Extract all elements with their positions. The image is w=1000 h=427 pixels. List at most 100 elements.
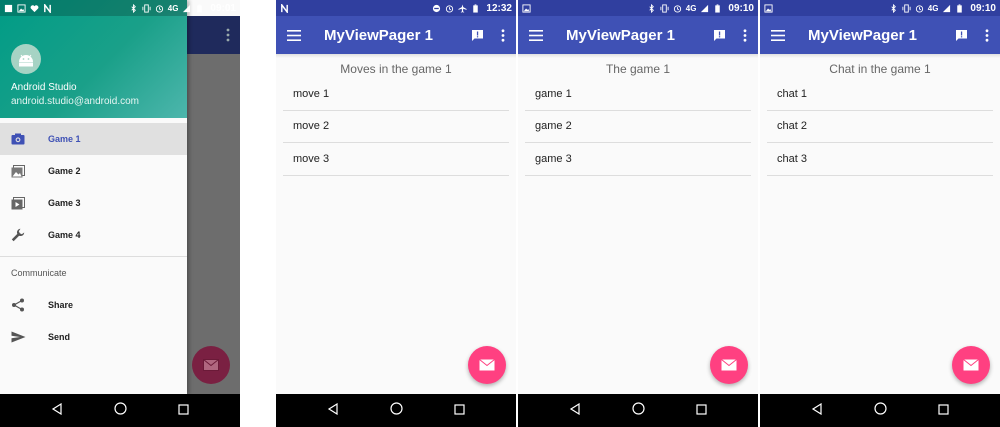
status-bar xyxy=(0,0,187,16)
user-email: android.studio@android.com xyxy=(11,96,140,107)
camera-icon xyxy=(0,133,48,145)
overflow-menu-icon[interactable] xyxy=(732,16,758,54)
hamburger-menu-icon[interactable] xyxy=(760,16,796,54)
system-nav-bar xyxy=(518,394,758,427)
send-icon xyxy=(0,331,48,343)
list-item[interactable]: chat 2 xyxy=(767,111,993,144)
list-item[interactable]: move 1 xyxy=(283,78,509,111)
status-time: 09:10 xyxy=(970,2,996,14)
nav-item-label: Game 4 xyxy=(48,230,81,240)
nav-item-share[interactable]: Share xyxy=(0,289,187,321)
list-item[interactable]: game 3 xyxy=(525,143,751,176)
vibrate-icon xyxy=(660,3,669,13)
system-nav-bar xyxy=(276,394,516,427)
app-title: MyViewPager 1 xyxy=(566,26,675,44)
home-icon[interactable] xyxy=(632,401,645,420)
back-icon[interactable] xyxy=(327,402,339,420)
nav-item-label: Game 2 xyxy=(48,166,81,176)
battery-icon xyxy=(715,3,721,13)
heart-icon xyxy=(30,4,39,12)
item-list: move 1 move 2 move 3 xyxy=(283,78,509,176)
page-content: Moves in the game 1 move 1 move 2 move 3 xyxy=(276,54,516,394)
status-bar: 4G 09:10 xyxy=(760,0,1000,16)
recents-icon[interactable] xyxy=(696,402,707,420)
navigation-drawer: Android Studio android.studio@android.co… xyxy=(0,0,187,394)
back-icon[interactable] xyxy=(811,402,823,420)
status-time: 09:10 xyxy=(728,2,754,14)
nav-item-label: Game 3 xyxy=(48,198,81,208)
page-content: The game 1 game 1 game 2 game 3 xyxy=(518,54,758,394)
airplane-icon xyxy=(458,3,467,13)
drawer-header: Android Studio android.studio@android.co… xyxy=(0,0,187,118)
app-bar: MyViewPager 1 xyxy=(518,16,758,54)
screenshot-root: Android Studio android.studio@android.co… xyxy=(0,0,1000,427)
nav-item-game-1[interactable]: Game 1 xyxy=(0,123,187,155)
recents-icon[interactable] xyxy=(454,402,465,420)
pager-screen-moves: 12:32 MyViewPager 1 Moves in the game 1 … xyxy=(276,0,516,427)
fab-mail-button[interactable] xyxy=(952,346,990,384)
item-list: chat 1 chat 2 chat 3 xyxy=(767,78,993,176)
hamburger-menu-icon[interactable] xyxy=(518,16,554,54)
signal-icon xyxy=(943,4,951,12)
dimmed-fab-button xyxy=(192,346,230,384)
alarm-icon xyxy=(446,4,454,13)
wrench-icon xyxy=(0,228,48,242)
status-time: 12:32 xyxy=(486,2,512,14)
mail-icon xyxy=(203,359,219,371)
app-bar: MyViewPager 1 xyxy=(276,16,516,54)
feedback-icon[interactable] xyxy=(948,16,974,54)
app-title: MyViewPager 1 xyxy=(324,26,433,44)
image-icon xyxy=(0,164,48,178)
mail-icon xyxy=(721,359,737,371)
n-icon xyxy=(44,3,51,13)
page-header: The game 1 xyxy=(605,62,671,76)
fab-mail-button[interactable] xyxy=(710,346,748,384)
mail-icon xyxy=(479,359,495,371)
back-icon[interactable] xyxy=(51,402,63,420)
list-item[interactable]: game 1 xyxy=(525,78,751,111)
mail-icon xyxy=(963,359,979,371)
notification-icon xyxy=(4,4,13,12)
list-item[interactable]: chat 1 xyxy=(767,78,993,111)
list-item[interactable]: move 2 xyxy=(283,111,509,144)
list-item[interactable]: game 2 xyxy=(525,111,751,144)
app-title: MyViewPager 1 xyxy=(808,26,917,44)
status-bar: 12:32 xyxy=(276,0,516,16)
feedback-icon[interactable] xyxy=(464,16,490,54)
home-icon[interactable] xyxy=(114,401,127,420)
nav-item-label: Share xyxy=(48,300,74,310)
overflow-menu-icon[interactable] xyxy=(490,16,516,54)
app-bar: MyViewPager 1 xyxy=(760,16,1000,54)
avatar[interactable] xyxy=(11,44,41,74)
home-icon[interactable] xyxy=(390,401,403,420)
fab-mail-button[interactable] xyxy=(468,346,506,384)
back-icon[interactable] xyxy=(569,402,581,420)
battery-icon xyxy=(197,3,203,13)
dnd-icon xyxy=(433,4,441,12)
nav-item-game-2[interactable]: Game 2 xyxy=(0,155,187,187)
hamburger-menu-icon[interactable] xyxy=(276,16,312,54)
status-time: 09:01 xyxy=(210,2,236,14)
nav-item-label: Send xyxy=(48,332,71,342)
feedback-icon[interactable] xyxy=(706,16,732,54)
list-item[interactable]: chat 3 xyxy=(767,143,993,176)
list-item[interactable]: move 3 xyxy=(283,143,509,176)
nav-item-game-3[interactable]: Game 3 xyxy=(0,187,187,219)
nav-item-game-4[interactable]: Game 4 xyxy=(0,219,187,251)
pager-screen-chat: 4G 09:10 MyViewPager 1 Chat in the game … xyxy=(760,0,1000,427)
status-bar: 4G 09:10 xyxy=(518,0,758,16)
home-icon[interactable] xyxy=(874,401,887,420)
share-icon xyxy=(0,298,48,312)
page-header: Chat in the game 1 xyxy=(829,62,931,76)
alarm-icon xyxy=(915,4,923,13)
overflow-menu-icon[interactable] xyxy=(974,16,1000,54)
recents-icon[interactable] xyxy=(938,402,949,420)
nav-item-send[interactable]: Send xyxy=(0,321,187,353)
slideshow-icon xyxy=(0,196,48,210)
page-content: Chat in the game 1 chat 1 chat 2 chat 3 xyxy=(760,54,1000,394)
recents-icon[interactable] xyxy=(178,402,189,420)
page-header: Moves in the game 1 xyxy=(340,62,452,76)
drawer-divider xyxy=(0,256,187,257)
system-nav-bar xyxy=(760,394,1000,427)
overflow-menu-icon xyxy=(226,28,230,47)
